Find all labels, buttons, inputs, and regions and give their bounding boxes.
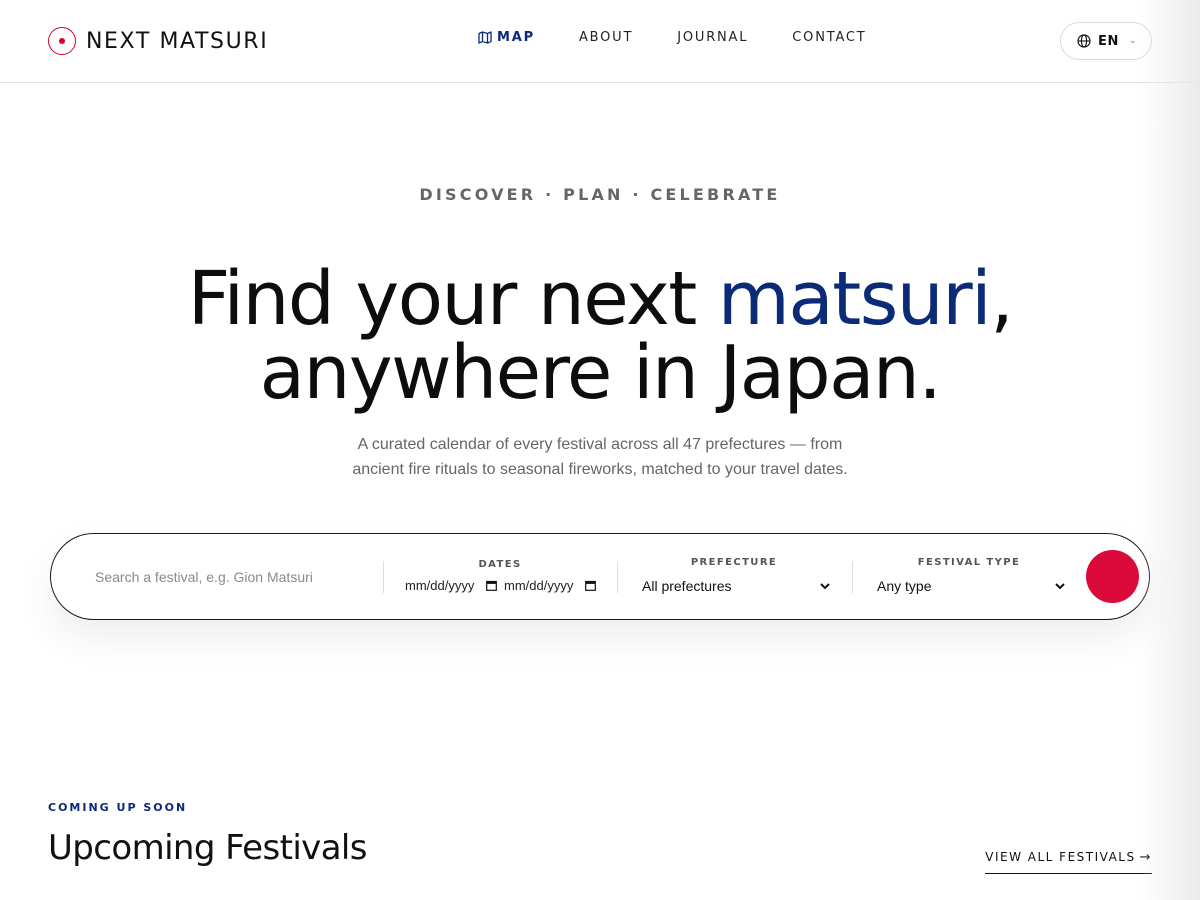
nav-item-map[interactable]: MAP	[478, 30, 535, 45]
section-eyebrow: COMING UP SOON	[48, 801, 188, 814]
calendar-icon	[585, 580, 596, 591]
prefecture-label: PREFECTURE	[690, 557, 778, 568]
language-label: EN	[1098, 33, 1119, 49]
festival-type-value: Any type	[877, 578, 932, 594]
main-nav: MAP ABOUT JOURNAL CONTACT	[478, 30, 911, 45]
arrow-right-icon: →	[1139, 850, 1152, 865]
brand-logo[interactable]: NEXT MATSURI	[48, 27, 268, 55]
search-button[interactable]	[1086, 550, 1139, 603]
dates-label: DATES	[478, 559, 522, 570]
chevron-down-icon: ⌄	[1128, 36, 1137, 46]
language-selector[interactable]: EN ⌄	[1060, 22, 1152, 60]
logo-circle-icon	[48, 27, 76, 55]
hero-subtitle-line: ancient fire rituals to seasonal firewor…	[352, 461, 848, 478]
view-all-label: VIEW ALL FESTIVALS	[985, 850, 1136, 864]
chevron-down-icon	[820, 582, 830, 589]
nav-item-contact[interactable]: CONTACT	[792, 30, 866, 45]
hero-subtitle: A curated calendar of every festival acr…	[300, 432, 900, 482]
hero-title-line2: anywhere in Japan.	[259, 330, 942, 416]
nav-item-label: CONTACT	[792, 30, 867, 45]
map-icon	[478, 31, 492, 44]
view-all-festivals-link[interactable]: VIEW ALL FESTIVALS →	[985, 850, 1152, 874]
chevron-down-icon	[1055, 582, 1065, 589]
hero-eyebrow: DISCOVER · PLAN · CELEBRATE	[419, 185, 781, 204]
nav-item-label: ABOUT	[578, 30, 634, 45]
brand-name: NEXT MATSURI	[86, 28, 269, 54]
festival-type-select[interactable]: Any type	[877, 575, 1065, 597]
globe-icon	[1077, 34, 1091, 48]
nav-item-label: JOURNAL	[677, 30, 749, 45]
site-header: NEXT MATSURI MAP ABOUT JOURNAL CONTACT E…	[0, 0, 1200, 83]
prefecture-value: All prefectures	[642, 578, 732, 594]
nav-item-journal[interactable]: JOURNAL	[677, 30, 748, 45]
date-to-input[interactable]: mm/dd/yyyy	[504, 575, 596, 595]
hero-subtitle-line: A curated calendar of every festival acr…	[357, 436, 843, 453]
prefecture-select[interactable]: All prefectures	[642, 575, 830, 597]
nav-item-about[interactable]: ABOUT	[579, 30, 633, 45]
search-input[interactable]	[95, 564, 375, 590]
date-to-value: mm/dd/yyyy	[504, 577, 574, 593]
nav-item-label: MAP	[497, 30, 535, 45]
section-title: Upcoming Festivals	[48, 828, 367, 868]
festival-type-label: FESTIVAL TYPE	[917, 557, 1021, 568]
date-from-value: mm/dd/yyyy	[405, 577, 475, 593]
edge-shade	[1140, 0, 1200, 900]
date-from-input[interactable]: mm/dd/yyyy	[405, 575, 497, 595]
calendar-icon	[486, 580, 497, 591]
festival-search-bar: DATES mm/dd/yyyy mm/dd/yyyy PREFECTURE A…	[50, 533, 1150, 620]
hero-title-part: ,	[990, 256, 1014, 342]
hero-title: Find your next matsuri, anywhere in Japa…	[0, 262, 1200, 410]
